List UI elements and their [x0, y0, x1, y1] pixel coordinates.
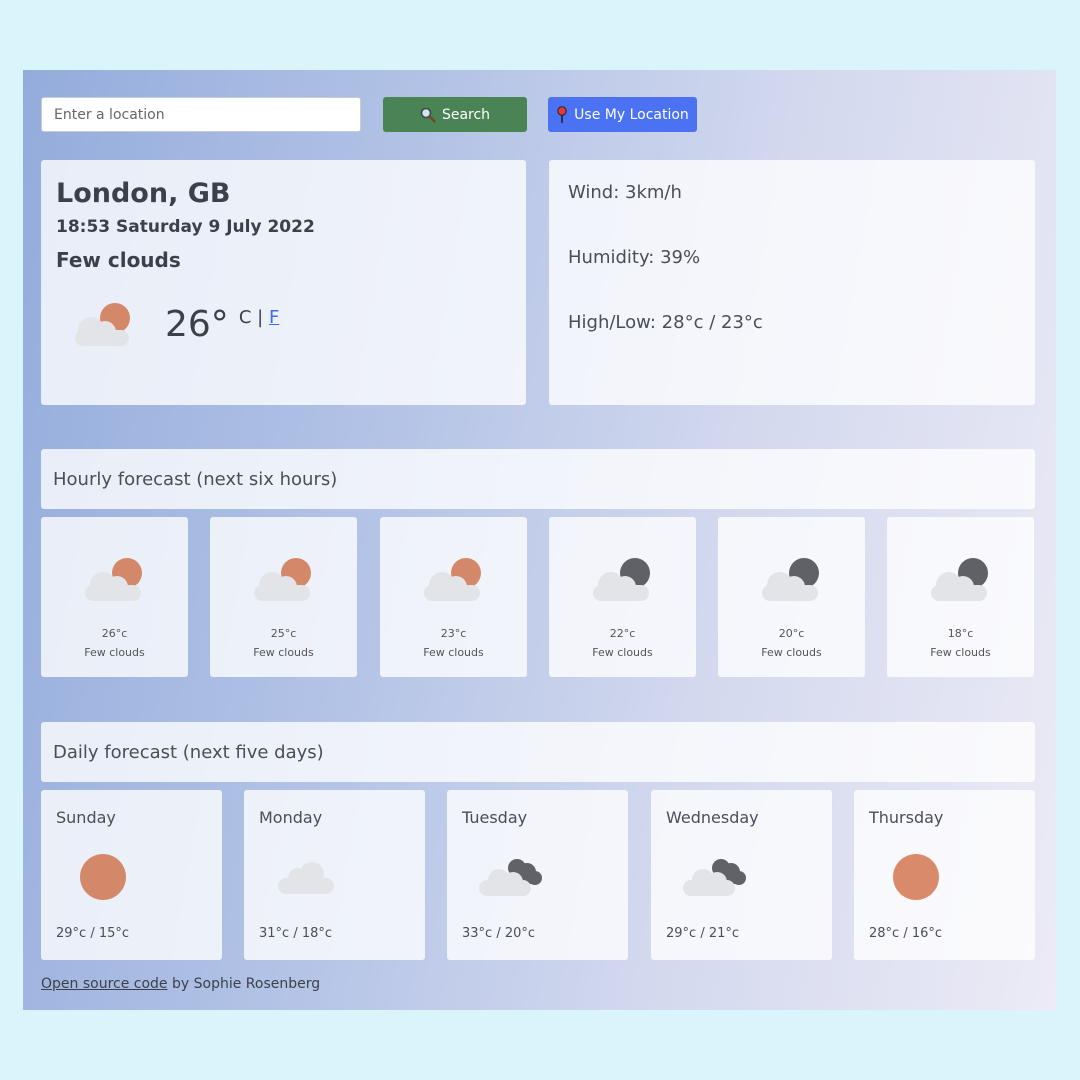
- hourly-temp: 25°c: [270, 627, 297, 640]
- footer-credit: by Sophie Rosenberg: [167, 976, 321, 992]
- current-temp-row: 26° C | F: [71, 300, 279, 348]
- hourly-item: 25°c Few clouds: [210, 517, 357, 677]
- hourly-temp: 26°c: [101, 627, 128, 640]
- hourly-desc: Few clouds: [84, 646, 145, 659]
- hourly-item: 26°c Few clouds: [41, 517, 188, 677]
- hourly-temp: 23°c: [440, 627, 467, 640]
- hourly-temp: 20°c: [778, 627, 805, 640]
- high-low: High/Low: 28°c / 23°c: [568, 312, 763, 333]
- date-time: 18:53 Saturday 9 July 2022: [56, 217, 315, 237]
- few-clouds-night-icon: [931, 558, 988, 601]
- humidity: Humidity: 39%: [568, 247, 701, 268]
- use-my-location-label: Use My Location: [574, 106, 689, 123]
- search-button-label: Search: [441, 106, 491, 123]
- hourly-temp: 18°c: [947, 627, 974, 640]
- day-name: Wednesday: [666, 808, 759, 827]
- sun-icon: [80, 854, 126, 900]
- few-clouds-night-icon: [762, 558, 819, 601]
- few-clouds-day-icon: [424, 558, 481, 601]
- daily-item: Monday 31°c / 18°c: [244, 790, 425, 960]
- hourly-desc: Few clouds: [253, 646, 314, 659]
- day-temps: 28°c / 16°c: [869, 926, 943, 941]
- day-temps: 29°c / 21°c: [666, 926, 740, 941]
- day-temps: 31°c / 18°c: [259, 926, 333, 941]
- use-my-location-button[interactable]: Use My Location: [548, 97, 697, 132]
- unit-toggle: C | F: [239, 307, 279, 328]
- few-clouds-night-icon: [593, 558, 650, 601]
- search-button[interactable]: Search: [383, 97, 527, 132]
- day-temps: 33°c / 20°c: [462, 926, 536, 941]
- day-temps: 29°c / 15°c: [56, 926, 130, 941]
- current-weather-card: London, GB 18:53 Saturday 9 July 2022 Fe…: [41, 160, 526, 405]
- hourly-desc: Few clouds: [930, 646, 991, 659]
- hourly-temp: 22°c: [609, 627, 636, 640]
- daily-item: Sunday 29°c / 15°c: [41, 790, 222, 960]
- hourly-item: 23°c Few clouds: [380, 517, 527, 677]
- daily-item: Tuesday 33°c / 20°c: [447, 790, 628, 960]
- hourly-item: 20°c Few clouds: [718, 517, 865, 677]
- weather-details-card: Wind: 3km/h Humidity: 39% High/Low: 28°c…: [549, 160, 1035, 405]
- day-name: Tuesday: [462, 808, 528, 827]
- current-temperature: 26°: [165, 304, 229, 345]
- hourly-item: 18°c Few clouds: [887, 517, 1034, 677]
- hourly-item: 22°c Few clouds: [549, 517, 696, 677]
- few-clouds-day-icon: [85, 558, 142, 601]
- hourly-forecast-heading: Hourly forecast (next six hours): [41, 449, 1035, 509]
- hourly-desc: Few clouds: [423, 646, 484, 659]
- broken-clouds-icon: [479, 859, 542, 896]
- few-clouds-day-icon: [254, 558, 311, 601]
- day-name: Thursday: [869, 808, 944, 827]
- day-name: Monday: [259, 808, 323, 827]
- footer: Open source code by Sophie Rosenberg: [41, 976, 320, 992]
- cloud-icon: [278, 862, 334, 894]
- broken-clouds-icon: [683, 859, 746, 896]
- hourly-desc: Few clouds: [761, 646, 822, 659]
- day-name: Sunday: [56, 808, 116, 827]
- unit-separator: |: [257, 307, 264, 328]
- wind-speed: Wind: 3km/h: [568, 182, 682, 203]
- search-input[interactable]: [41, 97, 361, 132]
- fahrenheit-link[interactable]: F: [269, 307, 279, 328]
- sun-icon: [893, 854, 939, 900]
- celsius-unit: C: [238, 307, 252, 328]
- hourly-desc: Few clouds: [592, 646, 653, 659]
- daily-forecast-heading: Daily forecast (next five days): [41, 722, 1035, 782]
- weather-app: Search Use My Location London, GB 18:53 …: [23, 70, 1056, 1010]
- open-source-link[interactable]: Open source code: [41, 976, 168, 992]
- daily-item: Wednesday 29°c / 21°c: [651, 790, 832, 960]
- pin-icon: [557, 105, 567, 123]
- magnifier-icon: [420, 107, 436, 123]
- weather-description: Few clouds: [56, 248, 181, 272]
- few-clouds-day-icon: [75, 303, 130, 346]
- city-name: London, GB: [56, 178, 231, 209]
- daily-item: Thursday 28°c / 16°c: [854, 790, 1035, 960]
